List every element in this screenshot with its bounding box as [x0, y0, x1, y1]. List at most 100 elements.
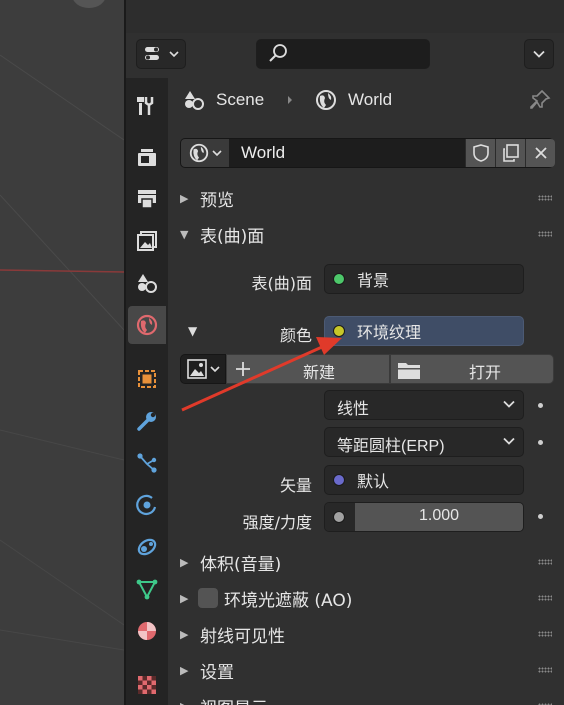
- tab-texture[interactable]: [128, 666, 166, 704]
- chevron-right-icon: ▶: [180, 555, 189, 569]
- world-icon: [314, 88, 338, 112]
- unlink-world-button[interactable]: [525, 139, 555, 167]
- tab-modifiers[interactable]: [128, 402, 166, 440]
- mesh-data-icon: [135, 577, 159, 601]
- strength-socket-area[interactable]: [325, 503, 355, 531]
- world-icon: [188, 142, 210, 164]
- chevron-right-icon: ▶: [180, 591, 189, 605]
- duplicate-world-button[interactable]: [495, 139, 525, 167]
- drag-grip-icon[interactable]: [538, 231, 552, 237]
- editor-type-button[interactable]: [136, 39, 186, 69]
- projection-dropdown[interactable]: 等距圆柱(ERP): [324, 427, 524, 457]
- chevron-down-icon: [209, 365, 220, 373]
- drag-grip-icon[interactable]: [538, 595, 552, 601]
- section-volume[interactable]: ▶ 体积(音量): [168, 544, 564, 580]
- tab-data[interactable]: [128, 570, 166, 608]
- tab-render[interactable]: [128, 138, 166, 176]
- tab-tool[interactable]: [128, 86, 166, 124]
- scene-icon: [135, 271, 159, 295]
- copy-icon: [501, 143, 521, 163]
- world-properties-panel: Scene World World ▶ 预览 ▼ 表(曲)面 表(曲)面 背景 …: [168, 78, 564, 705]
- render-icon: [135, 145, 159, 169]
- drag-grip-icon[interactable]: [538, 559, 552, 565]
- image-icon: [186, 359, 209, 379]
- new-image-label: 新建: [303, 363, 336, 382]
- ao-checkbox[interactable]: [198, 588, 218, 608]
- socket-icon: [333, 273, 345, 285]
- tab-scene[interactable]: [128, 264, 166, 302]
- color-label: 颜色: [279, 326, 312, 345]
- surface-shader-field[interactable]: 背景: [324, 264, 524, 294]
- browse-world-button[interactable]: [181, 139, 229, 167]
- color-input-field[interactable]: 环境纹理: [324, 316, 524, 346]
- strength-value: 1.000: [418, 507, 460, 524]
- tab-object[interactable]: [128, 360, 166, 398]
- section-preview-title: 预览: [200, 190, 234, 211]
- vector-input-field[interactable]: 默认: [324, 465, 524, 495]
- new-image-button[interactable]: 新建: [226, 354, 390, 384]
- section-volume-title: 体积(音量): [200, 554, 282, 575]
- open-image-button[interactable]: 打开: [390, 354, 554, 384]
- folder-icon: [397, 360, 421, 380]
- interpolation-dropdown[interactable]: 线性: [324, 390, 524, 420]
- chevron-right-icon: ▶: [180, 700, 188, 705]
- close-icon: [533, 145, 549, 161]
- chevron-right-icon: ▶: [180, 627, 189, 641]
- breadcrumb-world-label: World: [348, 90, 393, 109]
- keyframe-dot[interactable]: [538, 440, 543, 445]
- section-viewport-display[interactable]: ▶ 视图显示: [168, 688, 564, 705]
- particles-icon: [135, 451, 159, 475]
- fake-user-button[interactable]: [465, 139, 495, 167]
- world-datablock-selector: World: [180, 138, 555, 168]
- chevron-down-icon: [503, 397, 515, 411]
- chevron-down-icon: [168, 50, 179, 58]
- interpolation-value: 线性: [337, 401, 370, 418]
- vector-input-value: 默认: [357, 472, 390, 491]
- output-icon: [135, 187, 159, 211]
- breadcrumb-world: World: [314, 88, 392, 112]
- drag-grip-icon[interactable]: [538, 667, 552, 673]
- section-preview[interactable]: ▶ 预览: [168, 180, 564, 216]
- tab-physics[interactable]: [128, 486, 166, 524]
- breadcrumb-separator-icon: [286, 96, 294, 104]
- open-image-label: 打开: [469, 363, 502, 382]
- options-dropdown-button[interactable]: [524, 39, 554, 69]
- object-icon: [135, 367, 159, 391]
- section-viewport-display-title: 视图显示: [200, 694, 268, 705]
- tab-output[interactable]: [128, 180, 166, 218]
- section-settings[interactable]: ▶ 设置: [168, 652, 564, 688]
- tool-icon: [135, 93, 159, 117]
- tab-world[interactable]: [128, 306, 166, 344]
- search-icon: [267, 43, 289, 65]
- world-name-field[interactable]: World: [241, 143, 285, 163]
- strength-label: 强度/力度: [242, 513, 312, 532]
- strength-slider[interactable]: 1.000: [324, 502, 524, 532]
- 3d-viewport[interactable]: [0, 0, 124, 705]
- editor-type-icon: [144, 45, 166, 63]
- browse-image-button[interactable]: [180, 354, 226, 384]
- world-icon: [135, 313, 159, 337]
- keyframe-dot[interactable]: [538, 514, 543, 519]
- tab-view-layer[interactable]: [128, 222, 166, 260]
- section-ray-visibility[interactable]: ▶ 射线可见性: [168, 616, 564, 652]
- section-surface[interactable]: ▼ 表(曲)面: [168, 216, 564, 252]
- tab-particles[interactable]: [128, 444, 166, 482]
- breadcrumb-scene-label: Scene: [216, 90, 265, 109]
- drag-grip-icon[interactable]: [538, 195, 552, 201]
- breadcrumb-scene: Scene: [182, 88, 264, 112]
- material-icon: [135, 619, 159, 643]
- keyframe-dot[interactable]: [538, 403, 543, 408]
- chevron-down-icon: [533, 50, 545, 58]
- section-settings-title: 设置: [200, 662, 234, 683]
- tab-constraints[interactable]: [128, 528, 166, 566]
- tab-material[interactable]: [128, 612, 166, 650]
- properties-tabs: [126, 78, 168, 705]
- projection-value: 等距圆柱(ERP): [337, 438, 445, 455]
- viewport-grid: [0, 54, 124, 651]
- search-input[interactable]: [256, 39, 430, 69]
- scene-icon: [182, 88, 206, 112]
- pin-icon[interactable]: [528, 88, 552, 112]
- physics-icon: [135, 493, 159, 517]
- drag-grip-icon[interactable]: [538, 631, 552, 637]
- section-ao[interactable]: ▶ 环境光遮蔽 (AO): [168, 580, 564, 616]
